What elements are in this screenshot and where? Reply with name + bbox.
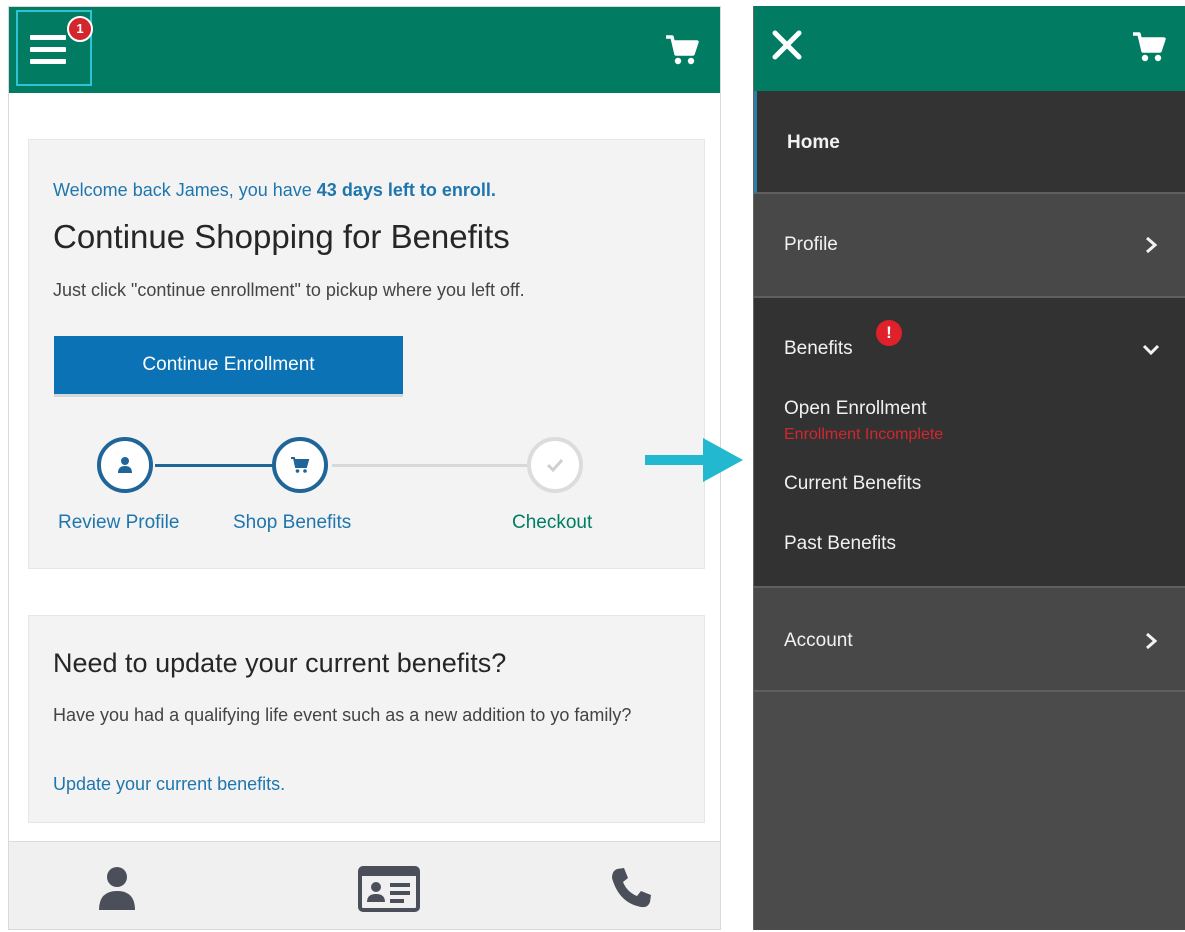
- progress-line-pending: [332, 464, 554, 467]
- person-icon[interactable]: [97, 866, 137, 912]
- close-icon[interactable]: [770, 28, 804, 62]
- transition-arrow-icon: [645, 438, 743, 482]
- update-card-text: Have you had a qualifying life event suc…: [53, 705, 632, 725]
- alert-icon: !: [876, 320, 902, 346]
- card-title: Continue Shopping for Benefits: [53, 218, 510, 255]
- notification-badge: 1: [67, 16, 93, 42]
- phone-icon[interactable]: [609, 866, 653, 910]
- step-label-shop-benefits[interactable]: Shop Benefits: [233, 512, 351, 534]
- bottom-nav: [9, 841, 720, 929]
- welcome-text: Welcome back James, you have: [53, 180, 317, 200]
- update-benefits-link[interactable]: Update your current benefits.: [53, 774, 285, 795]
- cart-icon: [291, 457, 310, 473]
- chevron-down-icon: [1142, 344, 1160, 356]
- card-subtitle: Just click "continue enrollment" to pick…: [53, 280, 525, 300]
- menu-item-label: Profile: [784, 234, 838, 255]
- cart-icon[interactable]: [1132, 31, 1166, 63]
- step-shop-benefits[interactable]: [272, 437, 328, 493]
- enrollment-status-text: Enrollment Incomplete: [784, 426, 944, 443]
- menu-screen: Home Profile Benefits ! Open Enrollment …: [753, 6, 1185, 930]
- cart-icon[interactable]: [665, 34, 699, 66]
- step-label-checkout[interactable]: Checkout: [512, 512, 592, 534]
- check-icon: [546, 458, 564, 473]
- update-card-title: Need to update your current benefits?: [53, 648, 507, 678]
- top-app-bar: [754, 6, 1185, 91]
- submenu-item-open-enrollment[interactable]: Open Enrollment: [784, 398, 927, 420]
- person-icon: [118, 457, 132, 473]
- welcome-message: Welcome back James, you have 43 days lef…: [53, 180, 496, 201]
- step-review-profile[interactable]: [97, 437, 153, 493]
- menu-item-label: Benefits: [784, 338, 853, 359]
- submenu-item-current-benefits[interactable]: Current Benefits: [784, 473, 921, 495]
- hamburger-icon: [30, 35, 66, 65]
- submenu-item-past-benefits[interactable]: Past Benefits: [784, 533, 896, 555]
- menu-item-home[interactable]: Home: [754, 91, 1185, 194]
- enrollment-progress: Review Profile Shop Benefits Checkout: [29, 430, 704, 550]
- menu-item-label: Home: [787, 132, 840, 153]
- menu-item-account[interactable]: Account: [754, 588, 1185, 692]
- chevron-right-icon: [1146, 632, 1158, 650]
- continue-enrollment-button[interactable]: Continue Enrollment: [54, 336, 403, 397]
- menu-item-profile[interactable]: Profile: [754, 194, 1185, 298]
- step-checkout[interactable]: [527, 437, 583, 493]
- continue-shopping-card: Welcome back James, you have 43 days lef…: [28, 139, 705, 569]
- chevron-right-icon: [1146, 236, 1158, 254]
- id-card-icon[interactable]: [358, 866, 420, 912]
- home-screen: 1 Welcome back James, you have 43 days l…: [8, 6, 721, 930]
- menu-item-label: Account: [784, 630, 853, 651]
- top-app-bar: 1: [9, 7, 720, 93]
- update-benefits-card: Need to update your current benefits? Ha…: [28, 615, 705, 823]
- step-label-review-profile[interactable]: Review Profile: [58, 512, 179, 534]
- days-left-text: 43 days left to enroll.: [316, 180, 496, 200]
- menu-button[interactable]: 1: [16, 10, 93, 86]
- menu-item-benefits[interactable]: Benefits ! Open Enrollment Enrollment In…: [754, 298, 1185, 588]
